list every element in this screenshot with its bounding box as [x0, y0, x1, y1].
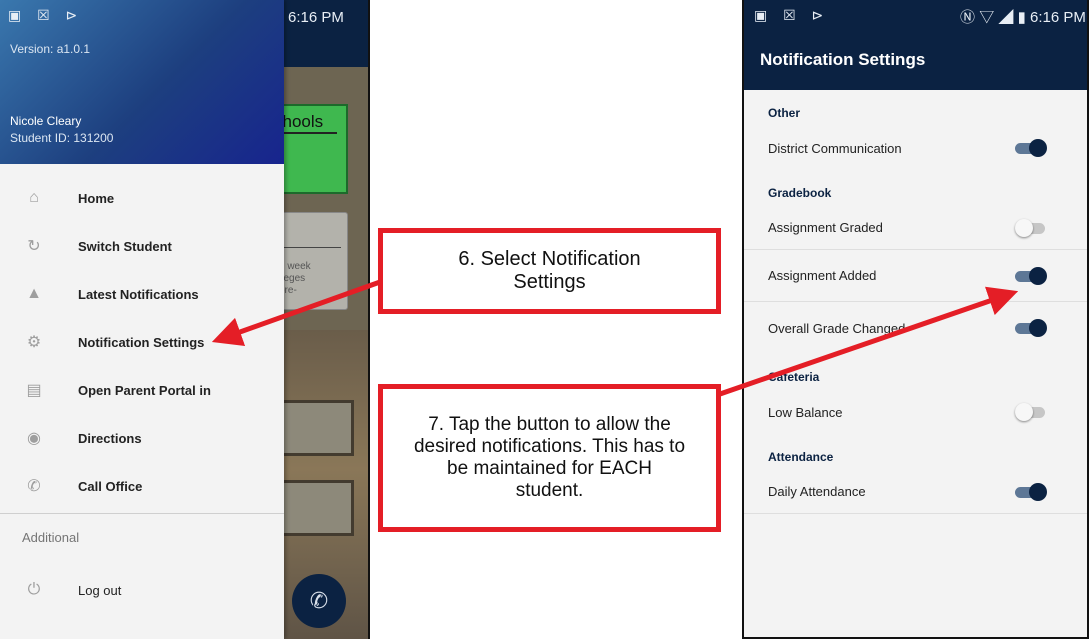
menu-item-notification-settings[interactable]: ⚙ Notification Settings [0, 318, 284, 366]
power-icon: ⏻ [27, 581, 41, 598]
left-phone-screen: chools d week lleges ore- ✆ Ⓝ ▽ ◢ ▮ 6:16… [0, 0, 370, 639]
callout-step-7-text: 7. Tap the button to allow the desired n… [413, 414, 686, 501]
bell-icon: ▲ [26, 285, 42, 302]
log-out-row[interactable]: ⏻ Log out [0, 566, 284, 614]
signal-icon: ◢ [998, 9, 1014, 26]
setting-label: Assignment Added [768, 268, 877, 283]
app-version: Version: a1.0.1 [10, 42, 91, 56]
toggle-knob [1029, 319, 1047, 337]
group-header-other: Other [768, 106, 801, 120]
menu-item-label: Notification Settings [78, 334, 205, 350]
setting-label: Low Balance [768, 404, 843, 420]
toggle-knob [1015, 403, 1033, 421]
setting-label: Daily Attendance [768, 484, 866, 499]
toggle-knob [1029, 266, 1047, 285]
drawer-header: ▣ ☒ ⊳ Version: a1.0.1 Nicole Cleary Stud… [0, 0, 284, 164]
assignment-added-toggle[interactable] [1015, 266, 1047, 285]
callout-step-7: 7. Tap the button to allow the desired n… [378, 384, 721, 532]
student-id: Student ID: 131200 [10, 131, 114, 145]
news-card-divider [277, 247, 341, 248]
phone-icon: ✆ [27, 478, 41, 495]
menu-item-label: Call Office [78, 478, 143, 494]
switch-icon: ↻ [27, 238, 41, 255]
toggle-knob [1029, 482, 1047, 501]
map-pin-icon: ◉ [27, 430, 41, 447]
call-fab-button[interactable]: ✆ [292, 574, 346, 628]
district-communication-toggle[interactable] [1015, 139, 1047, 157]
setting-row-district-communication: District Communication [744, 126, 1087, 170]
setting-row-daily-attendance: Daily Attendance [744, 470, 1087, 514]
battery-icon: ▮ [1017, 9, 1026, 26]
menu-item-label: Log out [78, 582, 122, 598]
status-bar-left-icons: ▣ ☒ ⊳ [754, 7, 830, 23]
menu-item-label: Directions [78, 430, 142, 446]
photo-window [278, 480, 354, 536]
callout-step-6: 6. Select Notification Settings [378, 228, 721, 314]
group-header-cafeteria: Cafeteria [768, 370, 820, 384]
status-bar-right: Ⓝ ▽ ◢ ▮ 6:16 PM [960, 6, 1086, 27]
menu-item-latest-notifications[interactable]: ▲ Latest Notifications [0, 270, 284, 318]
menu-item-label: Switch Student [78, 238, 172, 254]
status-time: 6:16 PM [1030, 9, 1086, 26]
gear-icon: ⚙ [26, 334, 42, 351]
setting-label: Assignment Graded [768, 220, 883, 235]
navigation-drawer: ▣ ☒ ⊳ Version: a1.0.1 Nicole Cleary Stud… [0, 0, 284, 639]
drawer-menu: ⌂ Home ↻ Switch Student ▲ Latest Notific… [0, 174, 284, 510]
setting-label: District Communication [768, 140, 902, 156]
setting-label: Overall Grade Changed [768, 320, 906, 336]
section-label-additional: Additional [22, 530, 80, 545]
menu-item-open-parent-portal[interactable]: ▤ Open Parent Portal in [0, 366, 284, 414]
menu-item-label: Latest Notifications [78, 286, 199, 302]
low-balance-toggle[interactable] [1015, 403, 1047, 421]
group-header-attendance: Attendance [768, 450, 834, 464]
photo-window [278, 400, 354, 456]
menu-item-label: Open Parent Portal in [78, 382, 211, 398]
user-name: Nicole Cleary [10, 114, 82, 128]
callout-step-6-text: 6. Select Notification Settings [458, 248, 641, 293]
assignment-graded-toggle[interactable] [1015, 218, 1047, 237]
menu-item-switch-student[interactable]: ↻ Switch Student [0, 222, 284, 270]
group-header-gradebook: Gradebook [768, 186, 832, 200]
menu-item-log-out[interactable]: ⏻ Log out [0, 566, 284, 614]
phone-icon: ✆ [309, 588, 329, 613]
status-time: 6:16 PM [288, 9, 344, 26]
menu-item-call-office[interactable]: ✆ Call Office [0, 462, 284, 510]
nfc-icon: Ⓝ [960, 9, 976, 26]
wifi-icon: ▽ [979, 9, 995, 26]
menu-divider [0, 513, 284, 514]
menu-item-home[interactable]: ⌂ Home [0, 174, 284, 222]
toggle-knob [1029, 139, 1047, 157]
home-icon: ⌂ [29, 189, 39, 206]
setting-row-assignment-graded: Assignment Graded [744, 206, 1087, 250]
setting-row-assignment-added: Assignment Added [744, 250, 1087, 302]
menu-item-label: Home [78, 190, 115, 206]
right-phone-screen: ▣ ☒ ⊳ Ⓝ ▽ ◢ ▮ 6:16 PM Notification Setti… [742, 0, 1089, 639]
daily-attendance-toggle[interactable] [1015, 482, 1047, 501]
notification-settings-list: Other District Communication Gradebook A… [744, 90, 1087, 514]
toggle-knob [1015, 218, 1033, 237]
setting-row-low-balance: Low Balance [744, 390, 1087, 434]
status-bar-left-icons: ▣ ☒ ⊳ [8, 7, 84, 23]
menu-item-directions[interactable]: ◉ Directions [0, 414, 284, 462]
browser-icon: ▤ [26, 382, 42, 399]
overall-grade-changed-toggle[interactable] [1015, 319, 1047, 337]
setting-row-overall-grade-changed: Overall Grade Changed [744, 302, 1087, 354]
page-title: Notification Settings [760, 50, 926, 69]
app-bar: ▣ ☒ ⊳ Ⓝ ▽ ◢ ▮ 6:16 PM Notification Setti… [744, 0, 1087, 90]
